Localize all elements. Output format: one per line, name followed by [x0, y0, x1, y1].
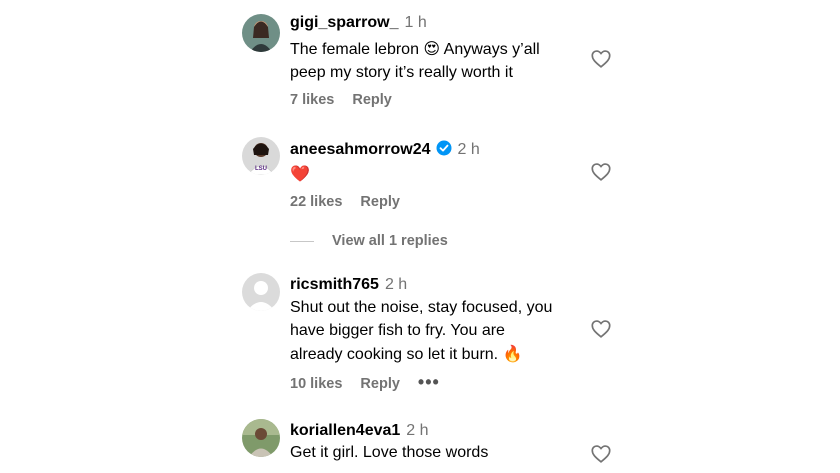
comment-text: Shut out the noise, stay focused, you ha…	[290, 299, 553, 363]
avatar[interactable]: LSU	[242, 137, 280, 175]
likes-count[interactable]: 7 likes	[290, 92, 334, 108]
username[interactable]: ricsmith765	[290, 276, 379, 293]
timestamp: 2 h	[457, 141, 480, 158]
comment-actions: 22 likes Reply	[290, 194, 418, 210]
divider-line	[290, 240, 314, 242]
red-heart-emoji: ❤️	[290, 164, 310, 183]
comment-header: ricsmith765 2 h	[290, 276, 407, 294]
username[interactable]: aneesahmorrow24	[290, 141, 431, 158]
reply-button[interactable]: Reply	[360, 194, 400, 210]
reply-button[interactable]: Reply	[352, 92, 392, 108]
heart-eyes-emoji: 😍	[423, 39, 441, 58]
timestamp: 2 h	[384, 276, 408, 293]
comment-header: koriallen4eva1 2 h	[290, 422, 429, 440]
timestamp: 2 h	[406, 422, 429, 439]
reply-button[interactable]: Reply	[360, 376, 400, 392]
username[interactable]: gigi_sparrow_	[290, 14, 398, 31]
heart-outline-icon[interactable]	[590, 161, 612, 183]
fire-emoji: 🔥	[502, 344, 523, 363]
svg-text:LSU: LSU	[255, 166, 267, 172]
comment-header: aneesahmorrow24 2 h	[290, 140, 480, 159]
comment-text: Get it girl. Love those words	[290, 444, 489, 461]
heart-outline-icon[interactable]	[590, 318, 612, 340]
likes-count[interactable]: 10 likes	[290, 376, 342, 392]
comment-text: ❤️	[290, 162, 590, 186]
avatar[interactable]	[242, 14, 280, 52]
avatar[interactable]	[242, 419, 280, 457]
comment-actions: 7 likes Reply	[290, 92, 410, 108]
view-replies-button[interactable]: View all 1 replies	[290, 233, 448, 249]
more-options-icon[interactable]: •••	[418, 372, 440, 392]
avatar[interactable]	[242, 273, 280, 311]
username[interactable]: koriallen4eva1	[290, 422, 400, 439]
likes-count[interactable]: 22 likes	[290, 194, 342, 210]
timestamp: 1 h	[404, 14, 427, 31]
heart-outline-icon[interactable]	[590, 48, 612, 70]
verified-badge-icon	[436, 140, 452, 156]
comment-text: The female lebron 😍 Anyways y’all peep m…	[290, 39, 540, 81]
heart-outline-icon[interactable]	[590, 443, 612, 465]
comment-actions: 10 likes Reply •••	[290, 372, 458, 393]
comment-header: gigi_sparrow_ 1 h	[290, 14, 427, 32]
